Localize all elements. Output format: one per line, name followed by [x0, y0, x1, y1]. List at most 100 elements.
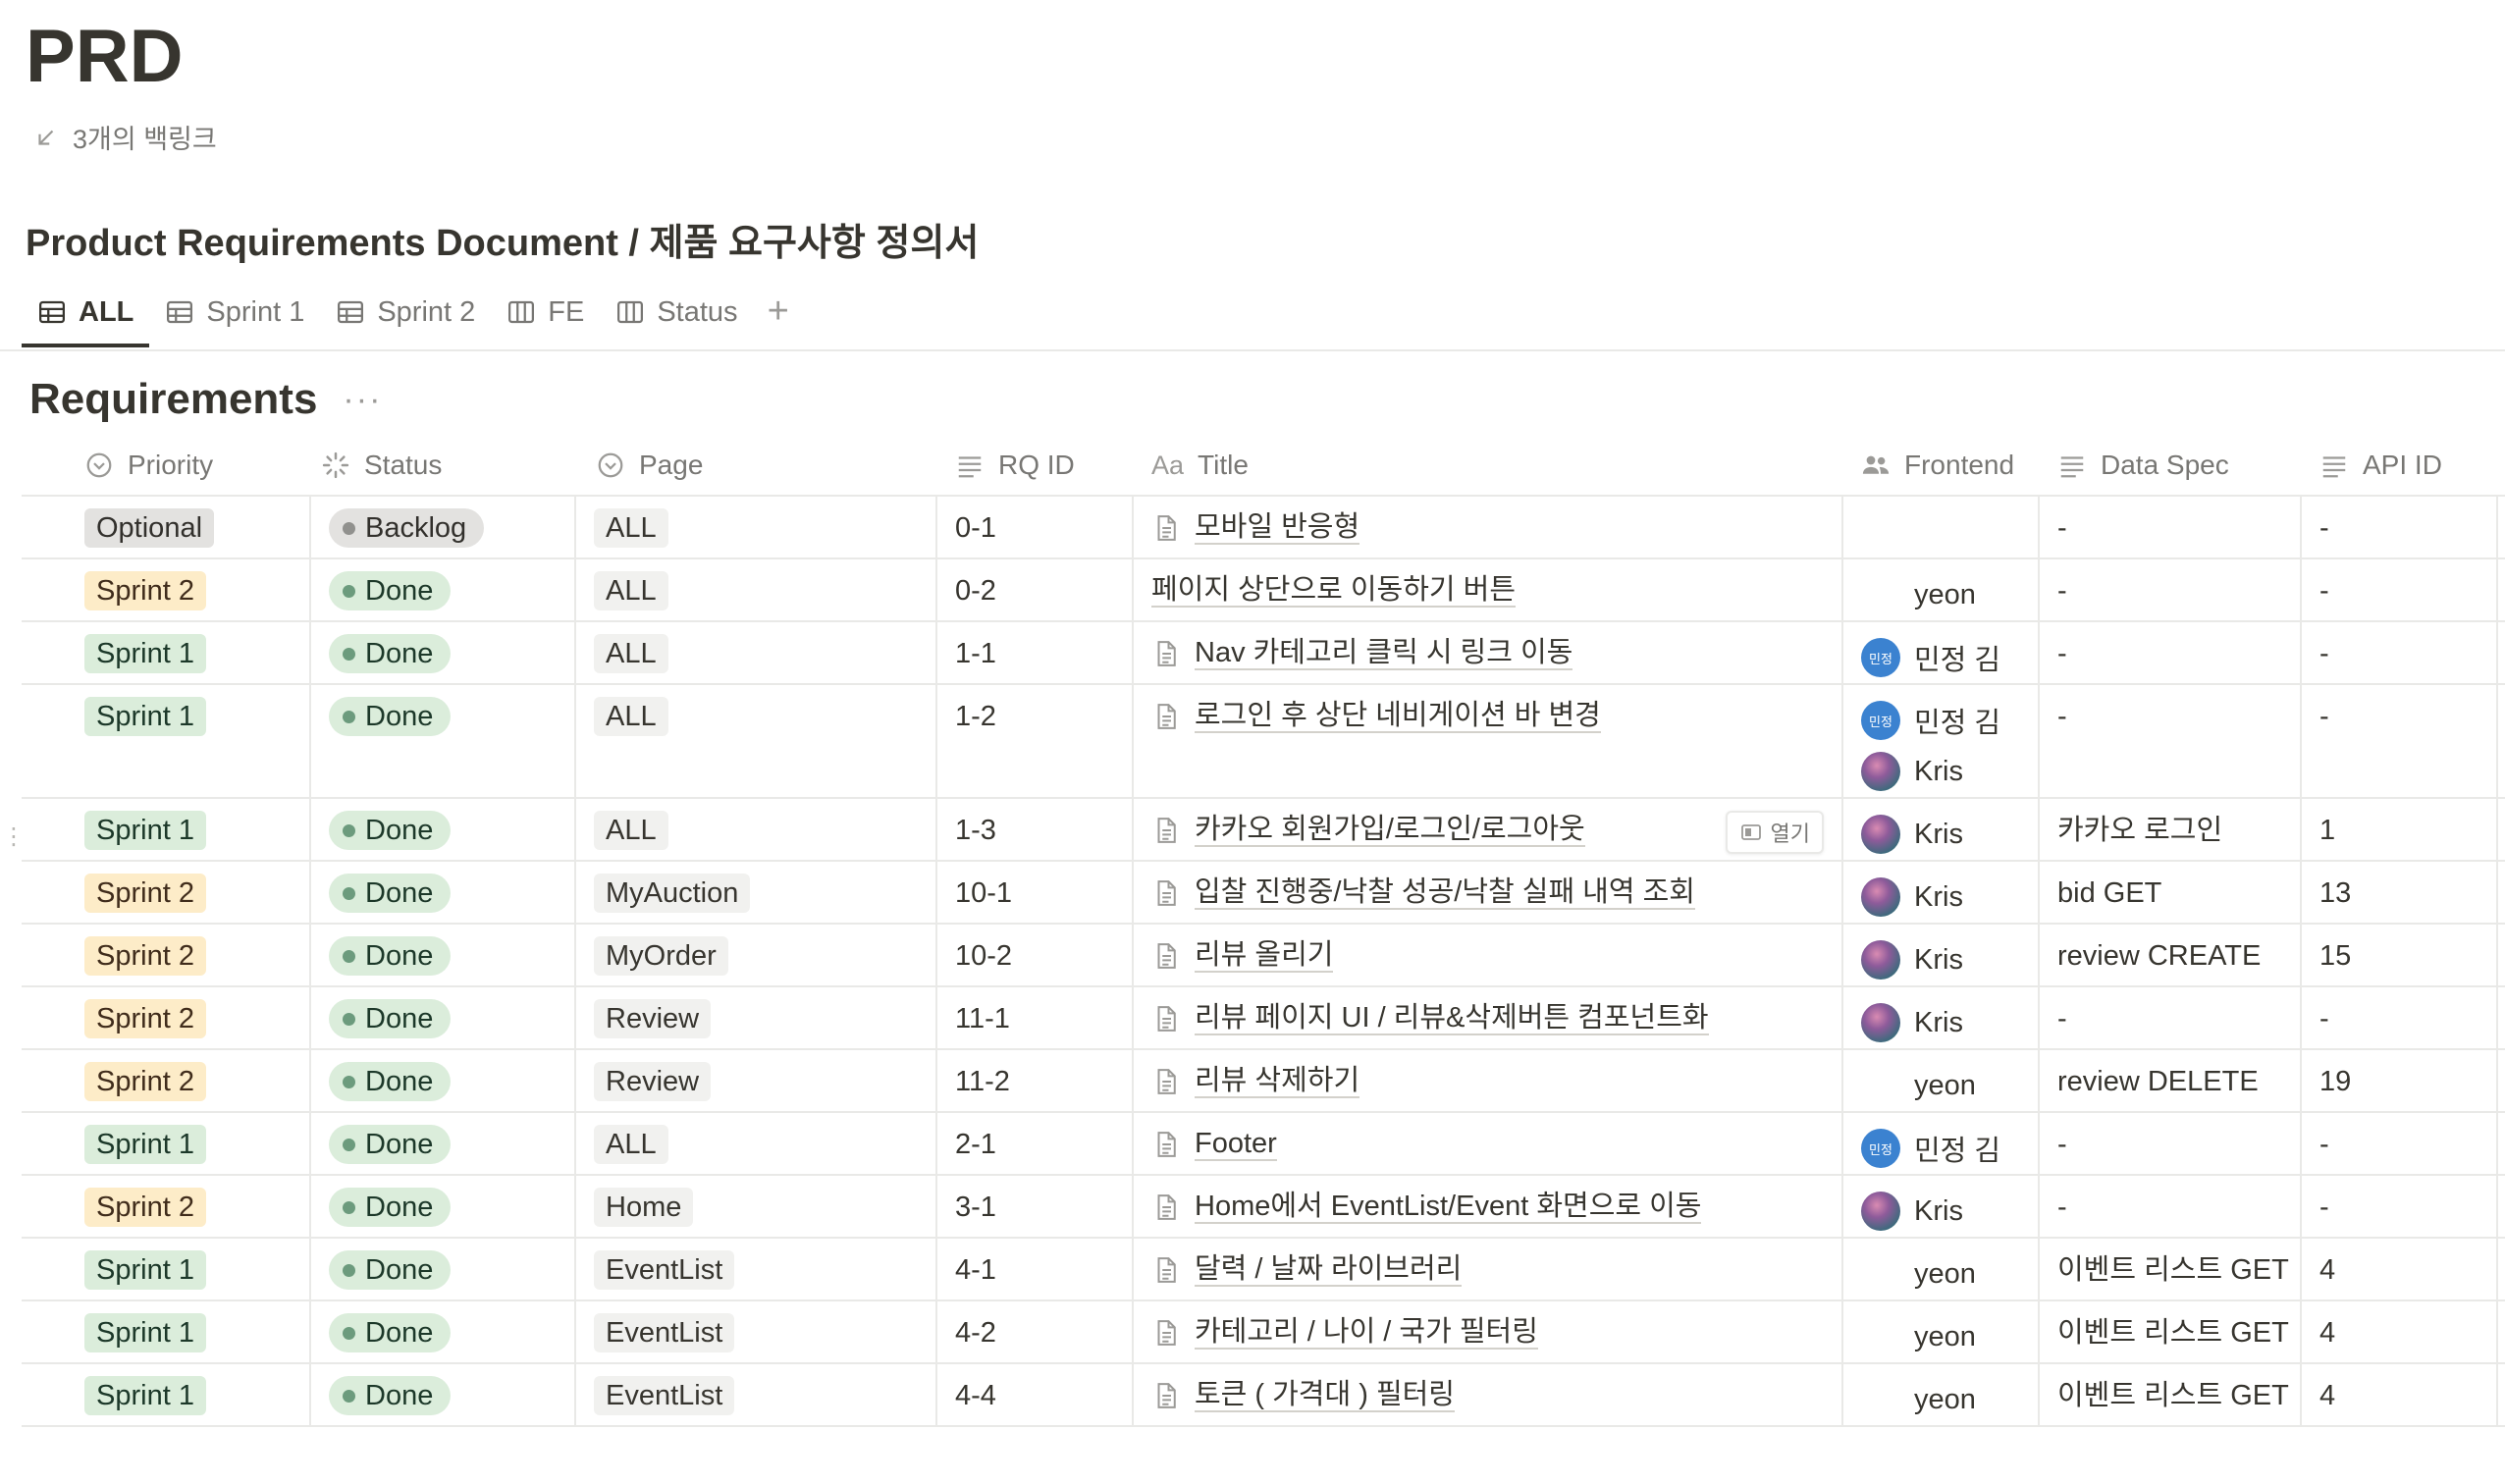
table-row[interactable]: Sprint 1 Done EventList 4-1 달력 / 날짜 라이브러리 😈 ye…	[22, 1239, 2505, 1301]
priority-cell[interactable]: Optional	[22, 497, 311, 557]
table-row[interactable]: Sprint 2 Done MyAuction 10-1 입찰 진행중/낙찰 성공/낙찰…	[22, 862, 2505, 925]
rq-id-cell[interactable]: 4-1	[937, 1239, 1134, 1299]
page-cell[interactable]: Review	[576, 987, 937, 1048]
api-id-cell[interactable]: 4	[2302, 1239, 2498, 1299]
table-row[interactable]: Sprint 1 Done ALL 1-1 Nav 카테고리 클릭 시 링크 이동 민정 민…	[22, 622, 2505, 685]
column-header-rq-id[interactable]: RQ ID	[937, 436, 1134, 495]
title-cell[interactable]: 리뷰 올리기	[1134, 925, 1843, 985]
title-link[interactable]: 달력 / 날짜 라이브러리	[1195, 1253, 1463, 1287]
status-cell[interactable]: Backlog	[311, 497, 576, 557]
priority-cell[interactable]: Sprint 2	[22, 987, 311, 1048]
priority-cell[interactable]: Sprint 2	[22, 559, 311, 620]
priority-cell[interactable]: Sprint 2	[22, 925, 311, 985]
status-cell[interactable]: Done	[311, 1301, 576, 1362]
rq-id-cell[interactable]: 10-1	[937, 862, 1134, 923]
title-link[interactable]: 페이지 상단으로 이동하기 버튼	[1151, 574, 1517, 608]
title-cell[interactable]: 로그인 후 상단 네비게이션 바 변경	[1134, 685, 1843, 797]
section-title[interactable]: Requirements	[29, 375, 317, 424]
table-row[interactable]: Sprint 1 Done ALL 1-2 로그인 후 상단 네비게이션 바 변경 민정 민…	[22, 685, 2505, 799]
table-row[interactable]: Sprint 1 Done EventList 4-4 토큰 ( 가격대 ) 필터링 😈 y…	[22, 1364, 2505, 1427]
rq-id-cell[interactable]: 4-2	[937, 1301, 1134, 1362]
frontend-cell[interactable]: 😈 yeon	[1843, 1301, 2040, 1362]
title-link[interactable]: Nav 카테고리 클릭 시 링크 이동	[1195, 637, 1573, 670]
rq-id-cell[interactable]: 0-1	[937, 497, 1134, 557]
api-id-cell[interactable]: 1	[2302, 799, 2498, 860]
person-chip[interactable]: 😈 yeon	[1861, 1064, 1976, 1107]
priority-cell[interactable]: Sprint 2	[22, 862, 311, 923]
page-cell[interactable]: Review	[576, 1050, 937, 1111]
rq-id-cell[interactable]: 1-2	[937, 685, 1134, 797]
status-cell[interactable]: Done	[311, 799, 576, 860]
frontend-cell[interactable]: Kris	[1843, 925, 2040, 985]
title-link[interactable]: 카테고리 / 나이 / 국가 필터링	[1195, 1316, 1538, 1350]
rq-id-cell[interactable]: 11-2	[937, 1050, 1134, 1111]
title-cell[interactable]: Nav 카테고리 클릭 시 링크 이동	[1134, 622, 1843, 683]
api-id-cell[interactable]: 4	[2302, 1364, 2498, 1425]
person-chip[interactable]: Kris	[1861, 938, 1963, 981]
api-id-cell[interactable]: -	[2302, 1176, 2498, 1237]
priority-cell[interactable]: Sprint 1	[22, 685, 311, 797]
data-spec-cell[interactable]: 이벤트 리스트 GET	[2040, 1364, 2302, 1425]
column-header-priority[interactable]: Priority	[22, 436, 311, 495]
title-link[interactable]: 모바일 반응형	[1195, 511, 1360, 545]
page-title[interactable]: PRD	[26, 14, 183, 99]
title-cell[interactable]: 카테고리 / 나이 / 국가 필터링	[1134, 1301, 1843, 1362]
title-link[interactable]: 토큰 ( 가격대 ) 필터링	[1195, 1379, 1455, 1412]
data-spec-cell[interactable]: -	[2040, 987, 2302, 1048]
page-cell[interactable]: Home	[576, 1176, 937, 1237]
rq-id-cell[interactable]: 1-3	[937, 799, 1134, 860]
status-cell[interactable]: Done	[311, 622, 576, 683]
open-button[interactable]: 열기	[1725, 811, 1824, 854]
page-cell[interactable]: EventList	[576, 1301, 937, 1362]
column-header-data-spec[interactable]: Data Spec	[2040, 436, 2302, 495]
title-cell[interactable]: Home에서 EventList/Event 화면으로 이동	[1134, 1176, 1843, 1237]
status-cell[interactable]: Done	[311, 987, 576, 1048]
table-row[interactable]: Optional Backlog ALL 0-1 모바일 반응형 - -	[22, 497, 2505, 559]
api-id-cell[interactable]: -	[2302, 1113, 2498, 1174]
priority-cell[interactable]: Sprint 1	[22, 799, 311, 860]
title-link[interactable]: 로그인 후 상단 네비게이션 바 변경	[1195, 700, 1601, 733]
status-cell[interactable]: Done	[311, 1239, 576, 1299]
column-header-title[interactable]: Aa Title	[1134, 436, 1843, 495]
priority-cell[interactable]: Sprint 1	[22, 1113, 311, 1174]
rq-id-cell[interactable]: 2-1	[937, 1113, 1134, 1174]
title-link[interactable]: 카카오 회원가입/로그인/로그아웃	[1195, 814, 1585, 847]
person-chip[interactable]: Kris	[1861, 750, 2000, 793]
person-chip[interactable]: 민정 민정 김	[1861, 636, 2000, 679]
column-header-frontend[interactable]: Frontend	[1843, 436, 2040, 495]
backlinks-link[interactable]: 3개의 백링크	[33, 118, 217, 156]
title-cell[interactable]: 리뷰 페이지 UI / 리뷰&삭제버튼 컴포넌트화	[1134, 987, 1843, 1048]
table-row[interactable]: Sprint 1 Done ALL 2-1 Footer 민정 민정 김 - -	[22, 1113, 2505, 1176]
status-cell[interactable]: Done	[311, 1176, 576, 1237]
api-id-cell[interactable]: -	[2302, 685, 2498, 797]
priority-cell[interactable]: Sprint 1	[22, 622, 311, 683]
page-cell[interactable]: ALL	[576, 622, 937, 683]
frontend-cell[interactable]: 민정 민정 김	[1843, 1113, 2040, 1174]
data-spec-cell[interactable]: 이벤트 리스트 GET	[2040, 1239, 2302, 1299]
person-chip[interactable]: 민정 민정 김	[1861, 699, 2000, 742]
add-view-button[interactable]: +	[754, 287, 803, 338]
title-cell[interactable]: 모바일 반응형	[1134, 497, 1843, 557]
status-cell[interactable]: Done	[311, 1113, 576, 1174]
frontend-cell[interactable]: Kris	[1843, 1176, 2040, 1237]
api-id-cell[interactable]: -	[2302, 497, 2498, 557]
data-spec-cell[interactable]: bid GET	[2040, 862, 2302, 923]
data-spec-cell[interactable]: -	[2040, 1176, 2302, 1237]
page-cell[interactable]: MyOrder	[576, 925, 937, 985]
tab-status[interactable]: Status	[600, 287, 753, 338]
data-spec-cell[interactable]: -	[2040, 622, 2302, 683]
table-row[interactable]: Sprint 2 Done Review 11-1 리뷰 페이지 UI / 리뷰&삭제버…	[22, 987, 2505, 1050]
column-header-api-id[interactable]: API ID	[2302, 436, 2498, 495]
frontend-cell[interactable]: 😈 yeon	[1843, 559, 2040, 620]
api-id-cell[interactable]: 13	[2302, 862, 2498, 923]
data-spec-cell[interactable]: -	[2040, 559, 2302, 620]
drag-handle-icon[interactable]: ⋮	[2, 825, 26, 849]
api-id-cell[interactable]: -	[2302, 622, 2498, 683]
person-chip[interactable]: 😈 yeon	[1861, 1252, 1976, 1296]
frontend-cell[interactable]: 😈 yeon	[1843, 1050, 2040, 1111]
title-cell[interactable]: Footer	[1134, 1113, 1843, 1174]
person-chip[interactable]: Kris	[1861, 1001, 1963, 1044]
table-row[interactable]: Sprint 2 Done MyOrder 10-2 리뷰 올리기 Kris review …	[22, 925, 2505, 987]
column-header-page[interactable]: Page	[576, 436, 937, 495]
table-row[interactable]: Sprint 1 Done ALL 1-3 카카오 회원가입/로그인/로그아웃 열기 Kri…	[22, 799, 2505, 862]
